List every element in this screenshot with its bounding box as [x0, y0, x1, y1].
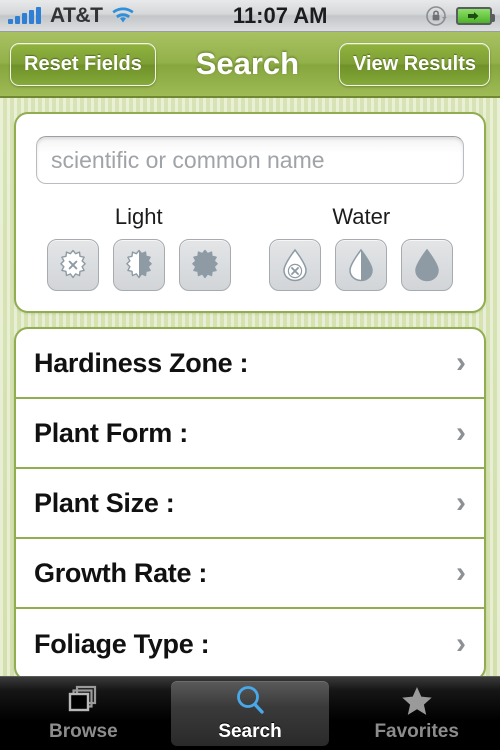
filter-row-plant-form[interactable]: Plant Form : ›: [16, 399, 484, 469]
navigation-bar: Reset Fields Search View Results: [0, 32, 500, 98]
filter-row-hardiness-zone[interactable]: Hardiness Zone : ›: [16, 329, 484, 399]
tab-search[interactable]: Search: [170, 681, 330, 746]
wifi-icon: [111, 7, 135, 25]
droplet-partial-icon[interactable]: [335, 239, 388, 291]
water-options: [259, 239, 464, 291]
tab-bar: Browse Search Favorites: [0, 676, 500, 750]
search-panel: Light: [14, 112, 486, 313]
page-title: Search: [195, 46, 300, 81]
tab-browse[interactable]: Browse: [4, 681, 163, 746]
status-bar-left: AT&T: [8, 5, 135, 26]
carrier-label: AT&T: [50, 4, 103, 27]
clock-label: 11:07 AM: [232, 2, 328, 28]
star-icon: [399, 684, 435, 718]
filter-row-plant-size[interactable]: Plant Size : ›: [16, 469, 484, 539]
light-group: Light: [36, 204, 241, 291]
tab-label: Browse: [49, 721, 118, 742]
tab-label: Search: [218, 721, 282, 742]
sun-none-icon[interactable]: [46, 239, 99, 291]
app-root: AT&T 11:07 AM Reset Fields Search View R…: [0, 0, 500, 750]
light-water-row: Light Water: [36, 204, 464, 291]
droplet-full-icon[interactable]: [401, 239, 454, 291]
reset-fields-button[interactable]: Reset Fields: [10, 42, 156, 86]
magnifying-glass-icon: [232, 684, 268, 718]
chevron-right-icon: ›: [456, 416, 466, 449]
droplet-none-icon[interactable]: [269, 239, 322, 291]
filter-label: Growth Rate :: [34, 557, 208, 588]
filter-label: Foliage Type :: [34, 628, 210, 659]
water-group: Water: [259, 204, 464, 291]
view-results-button[interactable]: View Results: [338, 42, 490, 86]
content-area: Light: [0, 98, 500, 676]
filter-label: Plant Form :: [34, 417, 188, 448]
light-options: [36, 239, 241, 291]
search-input[interactable]: [36, 136, 464, 184]
tab-favorites[interactable]: Favorites: [337, 681, 496, 746]
status-bar: AT&T 11:07 AM: [0, 0, 500, 32]
light-label: Light: [114, 204, 163, 229]
filter-label: Hardiness Zone :: [34, 347, 249, 378]
battery-charging-icon: [456, 6, 495, 25]
filter-label: Plant Size :: [34, 487, 175, 518]
filter-row-growth-rate[interactable]: Growth Rate : ›: [16, 539, 484, 609]
stacked-squares-icon: [65, 684, 101, 718]
filter-row-foliage-type[interactable]: Foliage Type : ›: [16, 609, 484, 676]
chevron-right-icon: ›: [456, 346, 466, 379]
chevron-right-icon: ›: [456, 556, 466, 589]
signal-bars-icon: [8, 7, 41, 24]
tab-label: Favorites: [374, 721, 459, 742]
chevron-right-icon: ›: [456, 486, 466, 519]
filter-list-panel: Hardiness Zone : › Plant Form : › Plant …: [14, 327, 486, 676]
sun-full-icon[interactable]: [178, 239, 231, 291]
rotation-lock-icon: [425, 5, 447, 27]
water-label: Water: [332, 204, 391, 229]
chevron-right-icon: ›: [456, 627, 466, 660]
status-bar-right: [425, 5, 495, 27]
sun-partial-icon[interactable]: [112, 239, 165, 291]
